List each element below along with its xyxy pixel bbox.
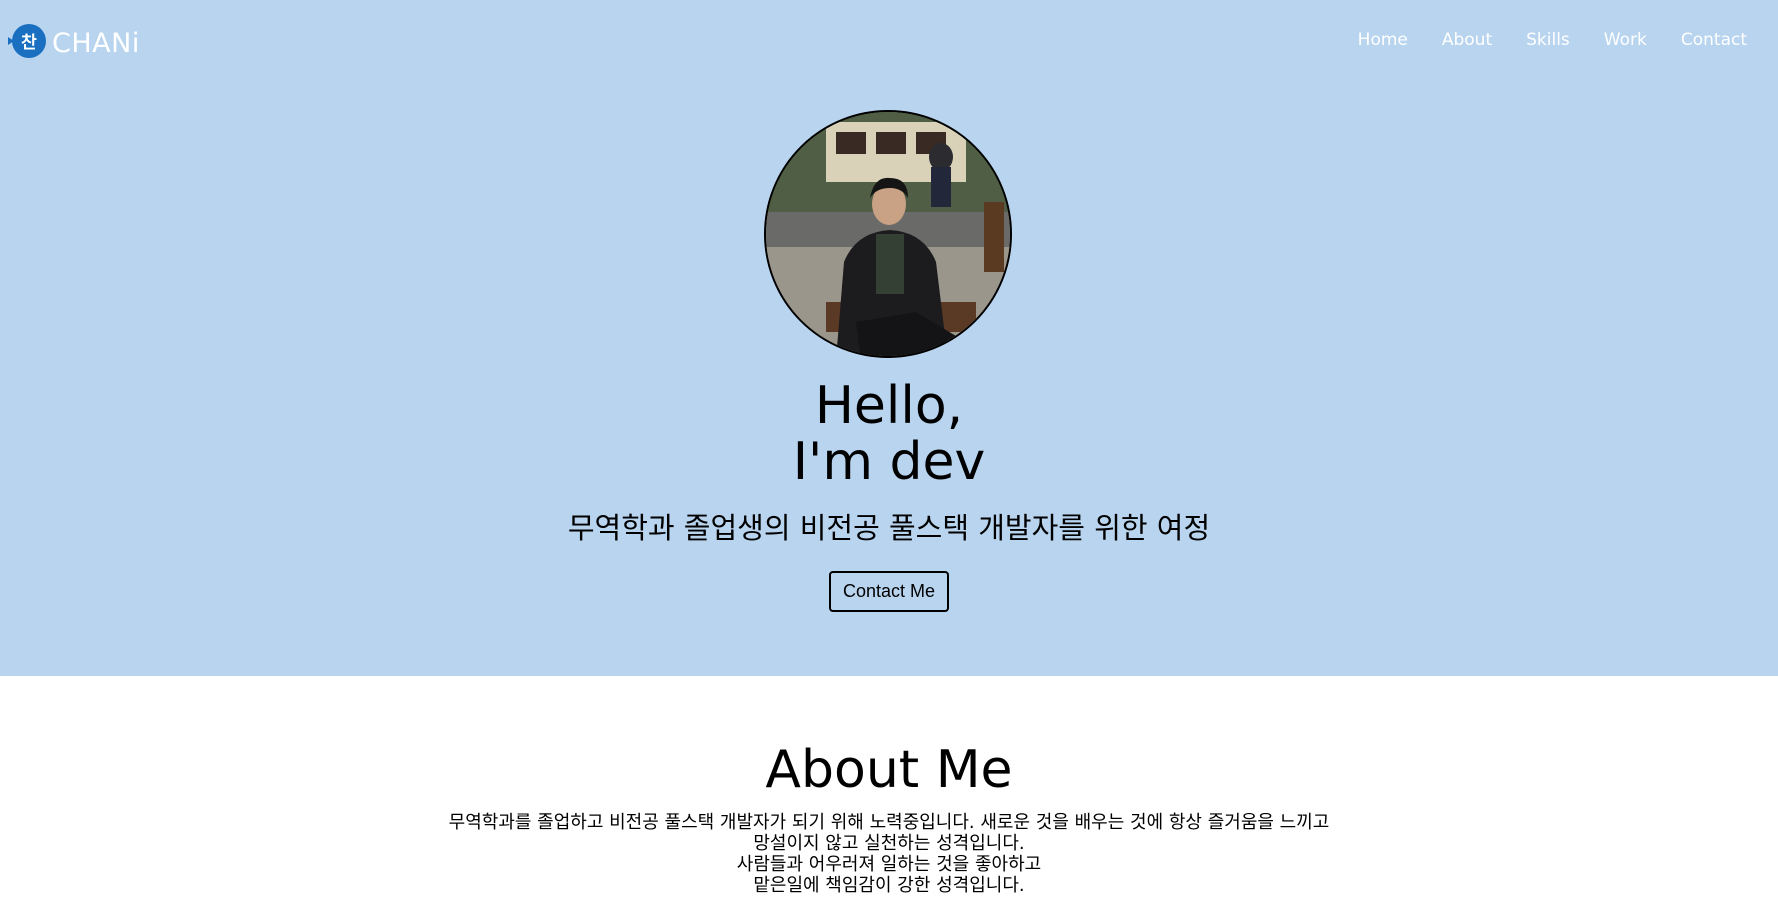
about-line-3: 사람들과 어우러져 일하는 것을 좋아하고 xyxy=(736,854,1042,875)
nav-contact[interactable]: Contact xyxy=(1681,30,1747,50)
profile-photo-illustration xyxy=(766,112,1010,356)
logo-badge-text: 찬 xyxy=(21,33,37,53)
about-title: About Me xyxy=(765,740,1013,800)
nav-work[interactable]: Work xyxy=(1604,30,1647,50)
nav-home[interactable]: Home xyxy=(1358,30,1408,50)
about-line-2: 망설이지 않고 실천하는 성격입니다. xyxy=(753,833,1025,854)
hero-heading-line1: Hello, xyxy=(814,376,964,436)
profile-avatar xyxy=(764,110,1012,358)
hero-heading: Hello, I'm dev xyxy=(0,378,1778,490)
about-line-1: 무역학과를 졸업하고 비전공 풀스택 개발자가 되기 위해 노력중입니다. 새로… xyxy=(448,812,1330,833)
nav-skills[interactable]: Skills xyxy=(1526,30,1570,50)
logo-badge-icon: 찬 xyxy=(8,23,46,58)
hero-tagline: 무역학과 졸업생의 비전공 풀스택 개발자를 위한 여정 xyxy=(567,511,1211,545)
home-section: 찬 CHANi Home About Skills Work Contact H… xyxy=(0,0,1778,676)
hero-heading-line2: I'm dev xyxy=(792,432,986,492)
contact-me-button[interactable]: Contact Me xyxy=(829,571,949,612)
about-description: 무역학과를 졸업하고 비전공 풀스택 개발자가 되기 위해 노력중입니다. 새로… xyxy=(0,812,1778,896)
nav-about[interactable]: About xyxy=(1442,30,1492,50)
logo-text: CHANi xyxy=(52,28,140,59)
logo[interactable]: 찬 CHANi xyxy=(8,22,140,59)
main-nav: Home About Skills Work Contact xyxy=(1324,30,1747,50)
about-line-4: 맡은일에 책임감이 강한 성격입니다. xyxy=(753,875,1025,896)
